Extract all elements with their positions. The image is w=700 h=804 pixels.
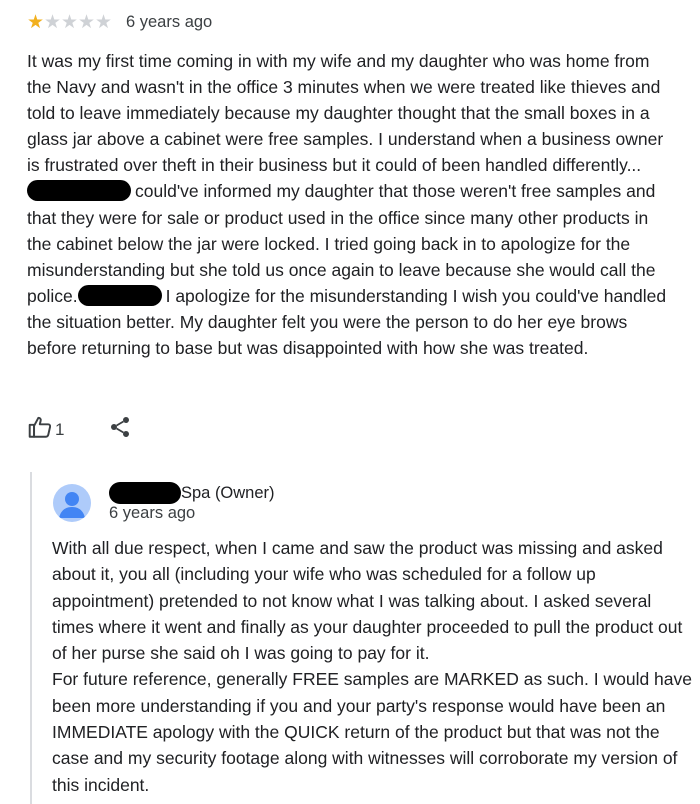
review-text: It was my first time coming in with my w… xyxy=(27,48,677,361)
star-empty-icon: ★ xyxy=(44,11,62,33)
like-button[interactable]: 1 xyxy=(27,414,64,445)
share-button[interactable] xyxy=(108,415,132,444)
owner-response-text: With all due respect, when I came and sa… xyxy=(52,538,692,795)
owner-response-timestamp: 6 years ago xyxy=(109,504,196,522)
redaction-mark xyxy=(27,180,131,202)
star-empty-icon: ★ xyxy=(61,11,79,33)
review-text-part-1: It was my first time coming in with my w… xyxy=(27,51,664,176)
review-timestamp: 6 years ago xyxy=(126,12,213,31)
star-empty-icon: ★ xyxy=(95,11,113,33)
person-avatar-icon xyxy=(53,484,91,522)
redaction-mark xyxy=(77,284,162,306)
review-actions: 1 xyxy=(27,414,132,445)
owner-name-suffix: Spa (Owner) xyxy=(181,483,275,502)
thumbs-up-icon xyxy=(27,414,53,445)
share-icon xyxy=(108,415,132,444)
redaction-mark xyxy=(109,482,181,504)
star-filled-icon: ★ xyxy=(27,11,45,33)
review-header: ★ ★ ★ ★ ★ 6 years ago xyxy=(27,8,212,36)
owner-name: Spa (Owner) xyxy=(109,481,275,505)
owner-response-divider xyxy=(30,472,32,804)
like-count: 1 xyxy=(55,419,65,439)
star-empty-icon: ★ xyxy=(78,11,96,33)
star-rating: ★ ★ ★ ★ ★ xyxy=(27,13,112,32)
